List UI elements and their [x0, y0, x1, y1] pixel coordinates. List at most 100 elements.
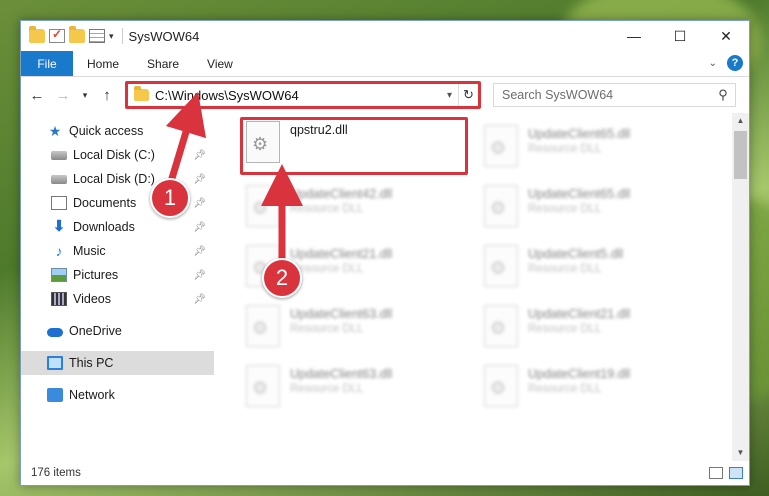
up-arrow-icon[interactable]: ↑ [97, 87, 117, 104]
details-view-icon[interactable] [709, 467, 723, 479]
sidebar-item-label: This PC [69, 356, 114, 370]
file-name: UpdateClient65.dll [528, 127, 631, 141]
new-folder-icon[interactable] [69, 26, 85, 43]
sidebar-item-music[interactable]: ♪ Music 📌︎ [21, 239, 214, 263]
pin-icon[interactable]: 📌︎ [193, 198, 206, 209]
pin-icon[interactable]: 📌︎ [193, 246, 206, 257]
dll-file-icon [246, 185, 280, 227]
file-type: Resource DLL [290, 323, 364, 335]
list-item[interactable]: UpdateClient63.dll Resource DLL [238, 365, 458, 421]
pictures-icon [51, 268, 67, 282]
tab-share[interactable]: Share [133, 51, 193, 76]
dll-file-icon [246, 121, 280, 163]
file-name: UpdateClient21.dll [290, 247, 393, 261]
ribbon-tabs: File Home Share View ⌄ ? [21, 51, 749, 77]
list-item[interactable]: UpdateClient21.dll Resource DLL [476, 305, 696, 361]
sidebar-item-local-disk-c[interactable]: Local Disk (C:) 📌︎ [21, 143, 214, 167]
maximize-button[interactable]: ☐ [657, 21, 703, 51]
file-type: Resource DLL [290, 263, 364, 275]
file-type: Resource DLL [528, 203, 602, 215]
list-item[interactable]: UpdateClient5.dll Resource DLL [476, 245, 696, 301]
sidebar-item-label: Videos [73, 292, 111, 306]
search-box[interactable]: ⚲ [493, 83, 736, 107]
list-item[interactable]: UpdateClient19.dll Resource DLL [476, 365, 696, 421]
dll-file-icon [484, 245, 518, 287]
sidebar-item-videos[interactable]: Videos 📌︎ [21, 287, 214, 311]
tab-home[interactable]: Home [73, 51, 133, 76]
file-type: Resource DLL [290, 383, 364, 395]
documents-icon [51, 196, 67, 210]
status-bar: 176 items [21, 461, 749, 485]
back-arrow-icon[interactable]: ← [27, 87, 47, 104]
scroll-down-icon[interactable]: ▼ [732, 445, 749, 461]
sidebar-item-pictures[interactable]: Pictures 📌︎ [21, 263, 214, 287]
sidebar-item-label: Network [69, 388, 115, 402]
properties-check-icon[interactable] [49, 27, 65, 43]
tab-file[interactable]: File [21, 51, 73, 76]
file-type: Resource DLL [528, 263, 602, 275]
tab-view[interactable]: View [193, 51, 247, 76]
list-item[interactable]: UpdateClient42.dll Resource DLL [238, 185, 458, 241]
address-history-chevron-icon[interactable]: ▾ [447, 90, 458, 101]
large-icons-view-icon[interactable] [729, 467, 743, 479]
minimize-button[interactable]: — [611, 21, 657, 51]
sidebar-item-this-pc[interactable]: This PC [21, 351, 214, 375]
properties-icon[interactable] [89, 29, 105, 43]
cloud-icon [47, 327, 63, 337]
address-path[interactable]: C:\Windows\SysWOW64 [155, 88, 447, 103]
search-icon[interactable]: ⚲ [711, 87, 735, 103]
sidebar-item-quick-access[interactable]: ★ Quick access [21, 119, 214, 143]
sidebar-item-label: Documents [73, 196, 137, 210]
sidebar-item-label: Downloads [73, 220, 135, 234]
sidebar-item-label: Music [73, 244, 106, 258]
sidebar-item-downloads[interactable]: ⬇ Downloads 📌︎ [21, 215, 214, 239]
recent-locations-chevron-icon[interactable]: ▾ [79, 90, 91, 101]
forward-arrow-icon[interactable]: → [53, 87, 73, 104]
vertical-scrollbar[interactable]: ▲ ▼ [732, 113, 749, 461]
folder-icon[interactable] [29, 26, 45, 43]
scrollbar-thumb[interactable] [734, 131, 747, 179]
window-title: SysWOW64 [128, 28, 200, 44]
videos-icon [51, 292, 67, 306]
sidebar-item-onedrive[interactable]: OneDrive [21, 319, 214, 343]
address-row: ← → ▾ ↑ C:\Windows\SysWOW64 ▾ ↻ ⚲ [21, 77, 749, 113]
file-explorer-window: ▾ SysWOW64 — ☐ ✕ File Home Share View ⌄ … [20, 20, 750, 486]
list-item[interactable]: UpdateClient65.dll Resource DLL [476, 125, 696, 181]
pin-icon[interactable]: 📌︎ [193, 294, 206, 305]
navigation-pane: ★ Quick access Local Disk (C:) 📌︎ Local … [21, 113, 214, 461]
pin-icon[interactable]: 📌︎ [193, 270, 206, 281]
list-item[interactable]: UpdateClient63.dll Resource DLL [238, 305, 458, 361]
refresh-icon[interactable]: ↻ [458, 84, 478, 106]
search-input[interactable] [502, 88, 711, 102]
address-bar[interactable]: C:\Windows\SysWOW64 ▾ ↻ [127, 83, 479, 107]
customize-toolbar-chevron-icon[interactable]: ▾ [109, 31, 114, 42]
file-item-qpstru2[interactable]: qpstru2.dll [238, 121, 458, 177]
dll-file-icon [246, 365, 280, 407]
file-type: Resource DLL [528, 383, 602, 395]
scroll-up-icon[interactable]: ▲ [732, 113, 749, 129]
step-1-badge: 1 [150, 178, 190, 218]
help-icon[interactable]: ? [727, 55, 743, 71]
pin-icon[interactable]: 📌︎ [193, 222, 206, 233]
close-button[interactable]: ✕ [703, 21, 749, 51]
dll-file-icon [484, 305, 518, 347]
network-icon [47, 388, 63, 402]
computer-icon [47, 356, 63, 370]
file-name: UpdateClient21.dll [528, 307, 631, 321]
sidebar-item-label: Pictures [73, 268, 119, 282]
dll-file-icon [246, 305, 280, 347]
file-type: Resource DLL [528, 323, 602, 335]
sidebar-item-label: Local Disk (C:) [73, 148, 155, 162]
star-icon: ★ [48, 123, 62, 139]
divider [121, 28, 123, 44]
list-item[interactable]: UpdateClient65.dll Resource DLL [476, 185, 696, 241]
sidebar-item-label: OneDrive [69, 324, 122, 338]
pin-icon[interactable]: 📌︎ [193, 150, 206, 161]
pin-icon[interactable]: 📌︎ [193, 174, 206, 185]
file-name: UpdateClient42.dll [290, 187, 393, 201]
sidebar-item-network[interactable]: Network [21, 383, 214, 407]
file-name: UpdateClient63.dll [290, 367, 393, 381]
file-type: Resource DLL [290, 203, 364, 215]
dll-file-icon [484, 365, 518, 407]
expand-ribbon-chevron-icon[interactable]: ⌄ [709, 58, 717, 69]
